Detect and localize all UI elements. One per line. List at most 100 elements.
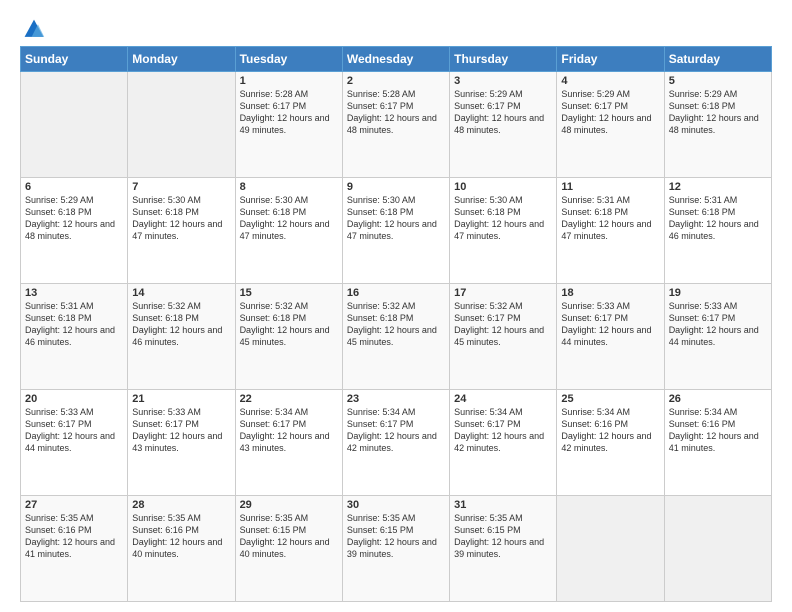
day-number: 19: [669, 287, 767, 299]
day-info: Sunrise: 5:32 AM Sunset: 6:18 PM Dayligh…: [347, 300, 445, 349]
day-info: Sunrise: 5:35 AM Sunset: 6:15 PM Dayligh…: [240, 512, 338, 561]
calendar-cell: 6Sunrise: 5:29 AM Sunset: 6:18 PM Daylig…: [21, 178, 128, 284]
day-number: 17: [454, 287, 552, 299]
day-header-friday: Friday: [557, 47, 664, 72]
day-info: Sunrise: 5:29 AM Sunset: 6:18 PM Dayligh…: [25, 194, 123, 243]
day-number: 22: [240, 393, 338, 405]
calendar-cell: 7Sunrise: 5:30 AM Sunset: 6:18 PM Daylig…: [128, 178, 235, 284]
day-info: Sunrise: 5:28 AM Sunset: 6:17 PM Dayligh…: [347, 88, 445, 137]
day-header-monday: Monday: [128, 47, 235, 72]
calendar-week-row: 27Sunrise: 5:35 AM Sunset: 6:16 PM Dayli…: [21, 496, 772, 602]
day-number: 28: [132, 499, 230, 511]
calendar-cell: 26Sunrise: 5:34 AM Sunset: 6:16 PM Dayli…: [664, 390, 771, 496]
day-info: Sunrise: 5:30 AM Sunset: 6:18 PM Dayligh…: [347, 194, 445, 243]
day-header-thursday: Thursday: [450, 47, 557, 72]
calendar-cell: [664, 496, 771, 602]
day-number: 20: [25, 393, 123, 405]
day-number: 15: [240, 287, 338, 299]
day-number: 25: [561, 393, 659, 405]
calendar-cell: 11Sunrise: 5:31 AM Sunset: 6:18 PM Dayli…: [557, 178, 664, 284]
calendar-cell: 17Sunrise: 5:32 AM Sunset: 6:17 PM Dayli…: [450, 284, 557, 390]
calendar-cell: 25Sunrise: 5:34 AM Sunset: 6:16 PM Dayli…: [557, 390, 664, 496]
day-info: Sunrise: 5:34 AM Sunset: 6:17 PM Dayligh…: [454, 406, 552, 455]
calendar-cell: 10Sunrise: 5:30 AM Sunset: 6:18 PM Dayli…: [450, 178, 557, 284]
day-number: 11: [561, 181, 659, 193]
calendar-cell: 19Sunrise: 5:33 AM Sunset: 6:17 PM Dayli…: [664, 284, 771, 390]
day-info: Sunrise: 5:30 AM Sunset: 6:18 PM Dayligh…: [240, 194, 338, 243]
calendar-week-row: 13Sunrise: 5:31 AM Sunset: 6:18 PM Dayli…: [21, 284, 772, 390]
header: [20, 18, 772, 40]
calendar-cell: 20Sunrise: 5:33 AM Sunset: 6:17 PM Dayli…: [21, 390, 128, 496]
calendar-cell: 24Sunrise: 5:34 AM Sunset: 6:17 PM Dayli…: [450, 390, 557, 496]
calendar-cell: 13Sunrise: 5:31 AM Sunset: 6:18 PM Dayli…: [21, 284, 128, 390]
calendar-cell: 8Sunrise: 5:30 AM Sunset: 6:18 PM Daylig…: [235, 178, 342, 284]
calendar-week-row: 1Sunrise: 5:28 AM Sunset: 6:17 PM Daylig…: [21, 72, 772, 178]
day-number: 18: [561, 287, 659, 299]
day-header-sunday: Sunday: [21, 47, 128, 72]
calendar-table: SundayMondayTuesdayWednesdayThursdayFrid…: [20, 46, 772, 602]
calendar-cell: 1Sunrise: 5:28 AM Sunset: 6:17 PM Daylig…: [235, 72, 342, 178]
day-info: Sunrise: 5:35 AM Sunset: 6:16 PM Dayligh…: [25, 512, 123, 561]
calendar-cell: 3Sunrise: 5:29 AM Sunset: 6:17 PM Daylig…: [450, 72, 557, 178]
day-info: Sunrise: 5:32 AM Sunset: 6:18 PM Dayligh…: [240, 300, 338, 349]
day-info: Sunrise: 5:29 AM Sunset: 6:17 PM Dayligh…: [561, 88, 659, 137]
day-info: Sunrise: 5:33 AM Sunset: 6:17 PM Dayligh…: [561, 300, 659, 349]
day-info: Sunrise: 5:34 AM Sunset: 6:17 PM Dayligh…: [347, 406, 445, 455]
day-number: 1: [240, 75, 338, 87]
day-info: Sunrise: 5:34 AM Sunset: 6:17 PM Dayligh…: [240, 406, 338, 455]
day-number: 7: [132, 181, 230, 193]
day-number: 31: [454, 499, 552, 511]
day-number: 21: [132, 393, 230, 405]
day-info: Sunrise: 5:35 AM Sunset: 6:16 PM Dayligh…: [132, 512, 230, 561]
calendar-cell: 29Sunrise: 5:35 AM Sunset: 6:15 PM Dayli…: [235, 496, 342, 602]
day-number: 16: [347, 287, 445, 299]
day-number: 13: [25, 287, 123, 299]
calendar-cell: [557, 496, 664, 602]
calendar-cell: 28Sunrise: 5:35 AM Sunset: 6:16 PM Dayli…: [128, 496, 235, 602]
calendar-cell: 9Sunrise: 5:30 AM Sunset: 6:18 PM Daylig…: [342, 178, 449, 284]
day-number: 5: [669, 75, 767, 87]
day-number: 10: [454, 181, 552, 193]
calendar-header-row: SundayMondayTuesdayWednesdayThursdayFrid…: [21, 47, 772, 72]
day-number: 9: [347, 181, 445, 193]
day-number: 4: [561, 75, 659, 87]
day-number: 24: [454, 393, 552, 405]
calendar-cell: 18Sunrise: 5:33 AM Sunset: 6:17 PM Dayli…: [557, 284, 664, 390]
day-info: Sunrise: 5:31 AM Sunset: 6:18 PM Dayligh…: [25, 300, 123, 349]
calendar-cell: 27Sunrise: 5:35 AM Sunset: 6:16 PM Dayli…: [21, 496, 128, 602]
calendar-cell: [128, 72, 235, 178]
day-number: 27: [25, 499, 123, 511]
day-info: Sunrise: 5:31 AM Sunset: 6:18 PM Dayligh…: [561, 194, 659, 243]
day-number: 2: [347, 75, 445, 87]
day-number: 26: [669, 393, 767, 405]
day-info: Sunrise: 5:35 AM Sunset: 6:15 PM Dayligh…: [347, 512, 445, 561]
calendar-cell: 30Sunrise: 5:35 AM Sunset: 6:15 PM Dayli…: [342, 496, 449, 602]
logo-icon: [23, 18, 45, 40]
day-info: Sunrise: 5:29 AM Sunset: 6:18 PM Dayligh…: [669, 88, 767, 137]
calendar-cell: 4Sunrise: 5:29 AM Sunset: 6:17 PM Daylig…: [557, 72, 664, 178]
day-number: 8: [240, 181, 338, 193]
calendar-cell: 22Sunrise: 5:34 AM Sunset: 6:17 PM Dayli…: [235, 390, 342, 496]
calendar-cell: 16Sunrise: 5:32 AM Sunset: 6:18 PM Dayli…: [342, 284, 449, 390]
calendar-week-row: 6Sunrise: 5:29 AM Sunset: 6:18 PM Daylig…: [21, 178, 772, 284]
day-info: Sunrise: 5:29 AM Sunset: 6:17 PM Dayligh…: [454, 88, 552, 137]
day-info: Sunrise: 5:30 AM Sunset: 6:18 PM Dayligh…: [454, 194, 552, 243]
calendar-week-row: 20Sunrise: 5:33 AM Sunset: 6:17 PM Dayli…: [21, 390, 772, 496]
calendar-cell: 15Sunrise: 5:32 AM Sunset: 6:18 PM Dayli…: [235, 284, 342, 390]
day-header-tuesday: Tuesday: [235, 47, 342, 72]
calendar-cell: 2Sunrise: 5:28 AM Sunset: 6:17 PM Daylig…: [342, 72, 449, 178]
day-info: Sunrise: 5:34 AM Sunset: 6:16 PM Dayligh…: [561, 406, 659, 455]
logo: [20, 18, 45, 40]
day-info: Sunrise: 5:28 AM Sunset: 6:17 PM Dayligh…: [240, 88, 338, 137]
day-info: Sunrise: 5:33 AM Sunset: 6:17 PM Dayligh…: [132, 406, 230, 455]
calendar-cell: 21Sunrise: 5:33 AM Sunset: 6:17 PM Dayli…: [128, 390, 235, 496]
calendar-cell: [21, 72, 128, 178]
day-info: Sunrise: 5:33 AM Sunset: 6:17 PM Dayligh…: [25, 406, 123, 455]
calendar-cell: 5Sunrise: 5:29 AM Sunset: 6:18 PM Daylig…: [664, 72, 771, 178]
day-info: Sunrise: 5:31 AM Sunset: 6:18 PM Dayligh…: [669, 194, 767, 243]
calendar-cell: 23Sunrise: 5:34 AM Sunset: 6:17 PM Dayli…: [342, 390, 449, 496]
day-info: Sunrise: 5:32 AM Sunset: 6:18 PM Dayligh…: [132, 300, 230, 349]
day-number: 3: [454, 75, 552, 87]
day-info: Sunrise: 5:33 AM Sunset: 6:17 PM Dayligh…: [669, 300, 767, 349]
calendar-cell: 12Sunrise: 5:31 AM Sunset: 6:18 PM Dayli…: [664, 178, 771, 284]
